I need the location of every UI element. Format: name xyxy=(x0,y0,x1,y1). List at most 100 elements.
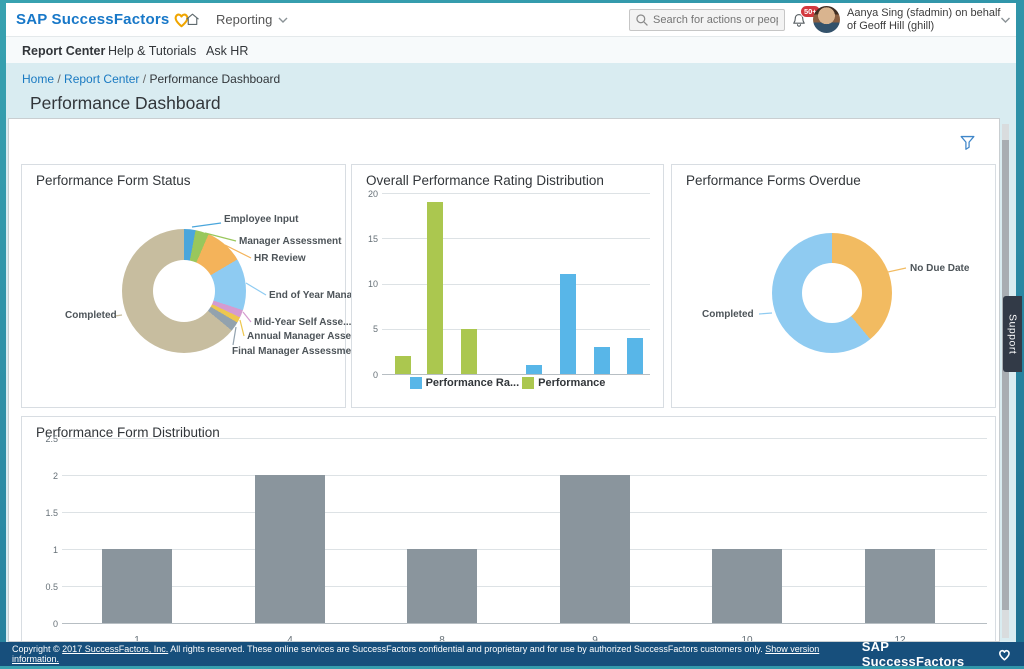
bar xyxy=(594,347,610,374)
x-axis-tick: 4 xyxy=(255,635,325,642)
y-axis-tick: 2 xyxy=(34,471,58,481)
gridline xyxy=(62,475,987,476)
card-performance-forms-overdue: Performance Forms Overdue No Due Date Co… xyxy=(671,164,996,408)
chevron-down-icon xyxy=(278,16,288,24)
gridline xyxy=(62,586,987,587)
form-distribution-plot: 00.511.522.514891012 xyxy=(62,438,987,623)
gridline xyxy=(382,193,650,194)
chart-title: Performance Forms Overdue xyxy=(686,173,861,188)
donut-label: Employee Input xyxy=(224,214,298,225)
breadcrumb-separator: / xyxy=(143,72,146,86)
search-input[interactable] xyxy=(653,14,778,26)
breadcrumb-report-center[interactable]: Report Center xyxy=(64,72,139,86)
donut-label: Completed xyxy=(702,309,754,320)
legend-swatch xyxy=(522,377,534,389)
filter-icon[interactable] xyxy=(958,133,977,152)
module-label: Reporting xyxy=(216,12,272,27)
bar xyxy=(427,202,443,374)
y-axis-tick: 0 xyxy=(34,619,58,629)
gridline xyxy=(62,623,987,624)
y-axis-tick: 1 xyxy=(34,545,58,555)
donut-label: Final Manager Assessment xyxy=(232,346,361,357)
chart-title: Overall Performance Rating Distribution xyxy=(366,173,604,188)
support-tab[interactable]: Support xyxy=(1003,296,1022,372)
card-performance-form-distribution: Performance Form Distribution 00.511.522… xyxy=(21,416,996,642)
home-icon[interactable] xyxy=(184,11,201,28)
y-axis-tick: 15 xyxy=(354,234,378,244)
breadcrumb-home[interactable]: Home xyxy=(22,72,54,86)
x-axis-tick: 1 xyxy=(102,635,172,642)
donut-label: Manager Assessment xyxy=(239,236,341,247)
card-performance-form-status: Performance Form Status Employee Input M… xyxy=(21,164,346,408)
gridline xyxy=(382,374,650,375)
user-name-line2: of Geoff Hill (ghill) xyxy=(847,20,1000,33)
donut-label: Completed xyxy=(65,310,117,321)
user-avatar[interactable] xyxy=(813,6,840,33)
performance-form-status-donut xyxy=(122,229,246,353)
secondary-nav: Report Center Help & Tutorials Ask HR xyxy=(6,36,1016,63)
sap-successfactors-logo[interactable]: SAP SuccessFactors xyxy=(16,3,191,36)
tab-report-center[interactable]: Report Center xyxy=(22,37,105,64)
user-name-line1: Aanya Sing (sfadmin) on behalf xyxy=(847,7,1000,20)
card-overall-performance-rating: Overall Performance Rating Distribution … xyxy=(351,164,664,408)
bar xyxy=(407,549,477,623)
legend-item: Performance xyxy=(522,377,605,389)
footer-logo-text: SAP SuccessFactors xyxy=(862,639,994,669)
x-axis-tick: 9 xyxy=(560,635,630,642)
scrollbar-thumb[interactable] xyxy=(1002,140,1009,610)
user-menu[interactable]: Aanya Sing (sfadmin) on behalf of Geoff … xyxy=(847,7,1000,33)
tab-ask-hr[interactable]: Ask HR xyxy=(206,37,248,64)
y-axis-tick: 20 xyxy=(354,189,378,199)
breadcrumb-separator: / xyxy=(57,72,60,86)
y-axis-tick: 0.5 xyxy=(34,582,58,592)
x-axis-tick: 10 xyxy=(712,635,782,642)
gridline xyxy=(62,438,987,439)
bar xyxy=(255,475,325,623)
bar xyxy=(560,274,576,374)
module-picker-reporting[interactable]: Reporting xyxy=(216,3,288,36)
y-axis-tick: 10 xyxy=(354,279,378,289)
heart-icon xyxy=(997,647,1012,662)
donut-label: End of Year Mana.... xyxy=(269,290,363,301)
bar xyxy=(712,549,782,623)
user-menu-chevron-icon[interactable] xyxy=(1000,16,1011,24)
dashboard-panel: Performance Form Status Employee Input M… xyxy=(8,118,1000,642)
tab-help-tutorials[interactable]: Help & Tutorials xyxy=(108,37,196,64)
legend-item: Performance Ra... xyxy=(410,377,520,389)
bar xyxy=(526,365,542,374)
top-bar: SAP SuccessFactors Reporting 50+ Aanya S… xyxy=(6,3,1016,36)
vertical-scrollbar[interactable] xyxy=(1002,124,1009,638)
copyright-link[interactable]: 2017 SuccessFactors, Inc. xyxy=(62,644,168,654)
bar xyxy=(627,338,643,374)
bar xyxy=(461,329,477,374)
gridline xyxy=(382,329,650,330)
donut-label: Annual Manager Asse... xyxy=(247,331,359,342)
legend-label: Performance Ra... xyxy=(426,377,520,389)
breadcrumb: Home / Report Center / Performance Dashb… xyxy=(22,72,280,86)
support-tab-label: Support xyxy=(1007,314,1019,354)
bar xyxy=(865,549,935,623)
rating-distribution-plot: 05101520 xyxy=(382,193,650,374)
chart-legend: Performance Ra... Performance xyxy=(352,377,663,389)
gridline xyxy=(382,238,650,239)
x-axis-tick: 8 xyxy=(407,635,477,642)
footer-logo: SAP SuccessFactors xyxy=(862,639,1012,669)
legend-label: Performance xyxy=(538,377,605,389)
gridline xyxy=(62,512,987,513)
page-title: Performance Dashboard xyxy=(30,93,221,114)
chart-title: Performance Form Status xyxy=(36,173,191,188)
copyright-body: All rights reserved. These online servic… xyxy=(170,644,762,654)
bar xyxy=(560,475,630,623)
donut-label: No Due Date xyxy=(910,263,969,274)
global-search[interactable] xyxy=(629,9,785,31)
y-axis-tick: 1.5 xyxy=(34,508,58,518)
bar xyxy=(102,549,172,623)
gridline xyxy=(62,549,987,550)
legend-swatch xyxy=(410,377,422,389)
footer-legal-text: Copyright © 2017 SuccessFactors, Inc. Al… xyxy=(12,644,862,664)
donut-label: Mid-Year Self Asse... xyxy=(254,317,351,328)
donut-label: HR Review xyxy=(254,253,306,264)
y-axis-tick: 2.5 xyxy=(34,434,58,444)
footer: Copyright © 2017 SuccessFactors, Inc. Al… xyxy=(0,642,1024,666)
copyright-prefix: Copyright © xyxy=(12,644,60,654)
